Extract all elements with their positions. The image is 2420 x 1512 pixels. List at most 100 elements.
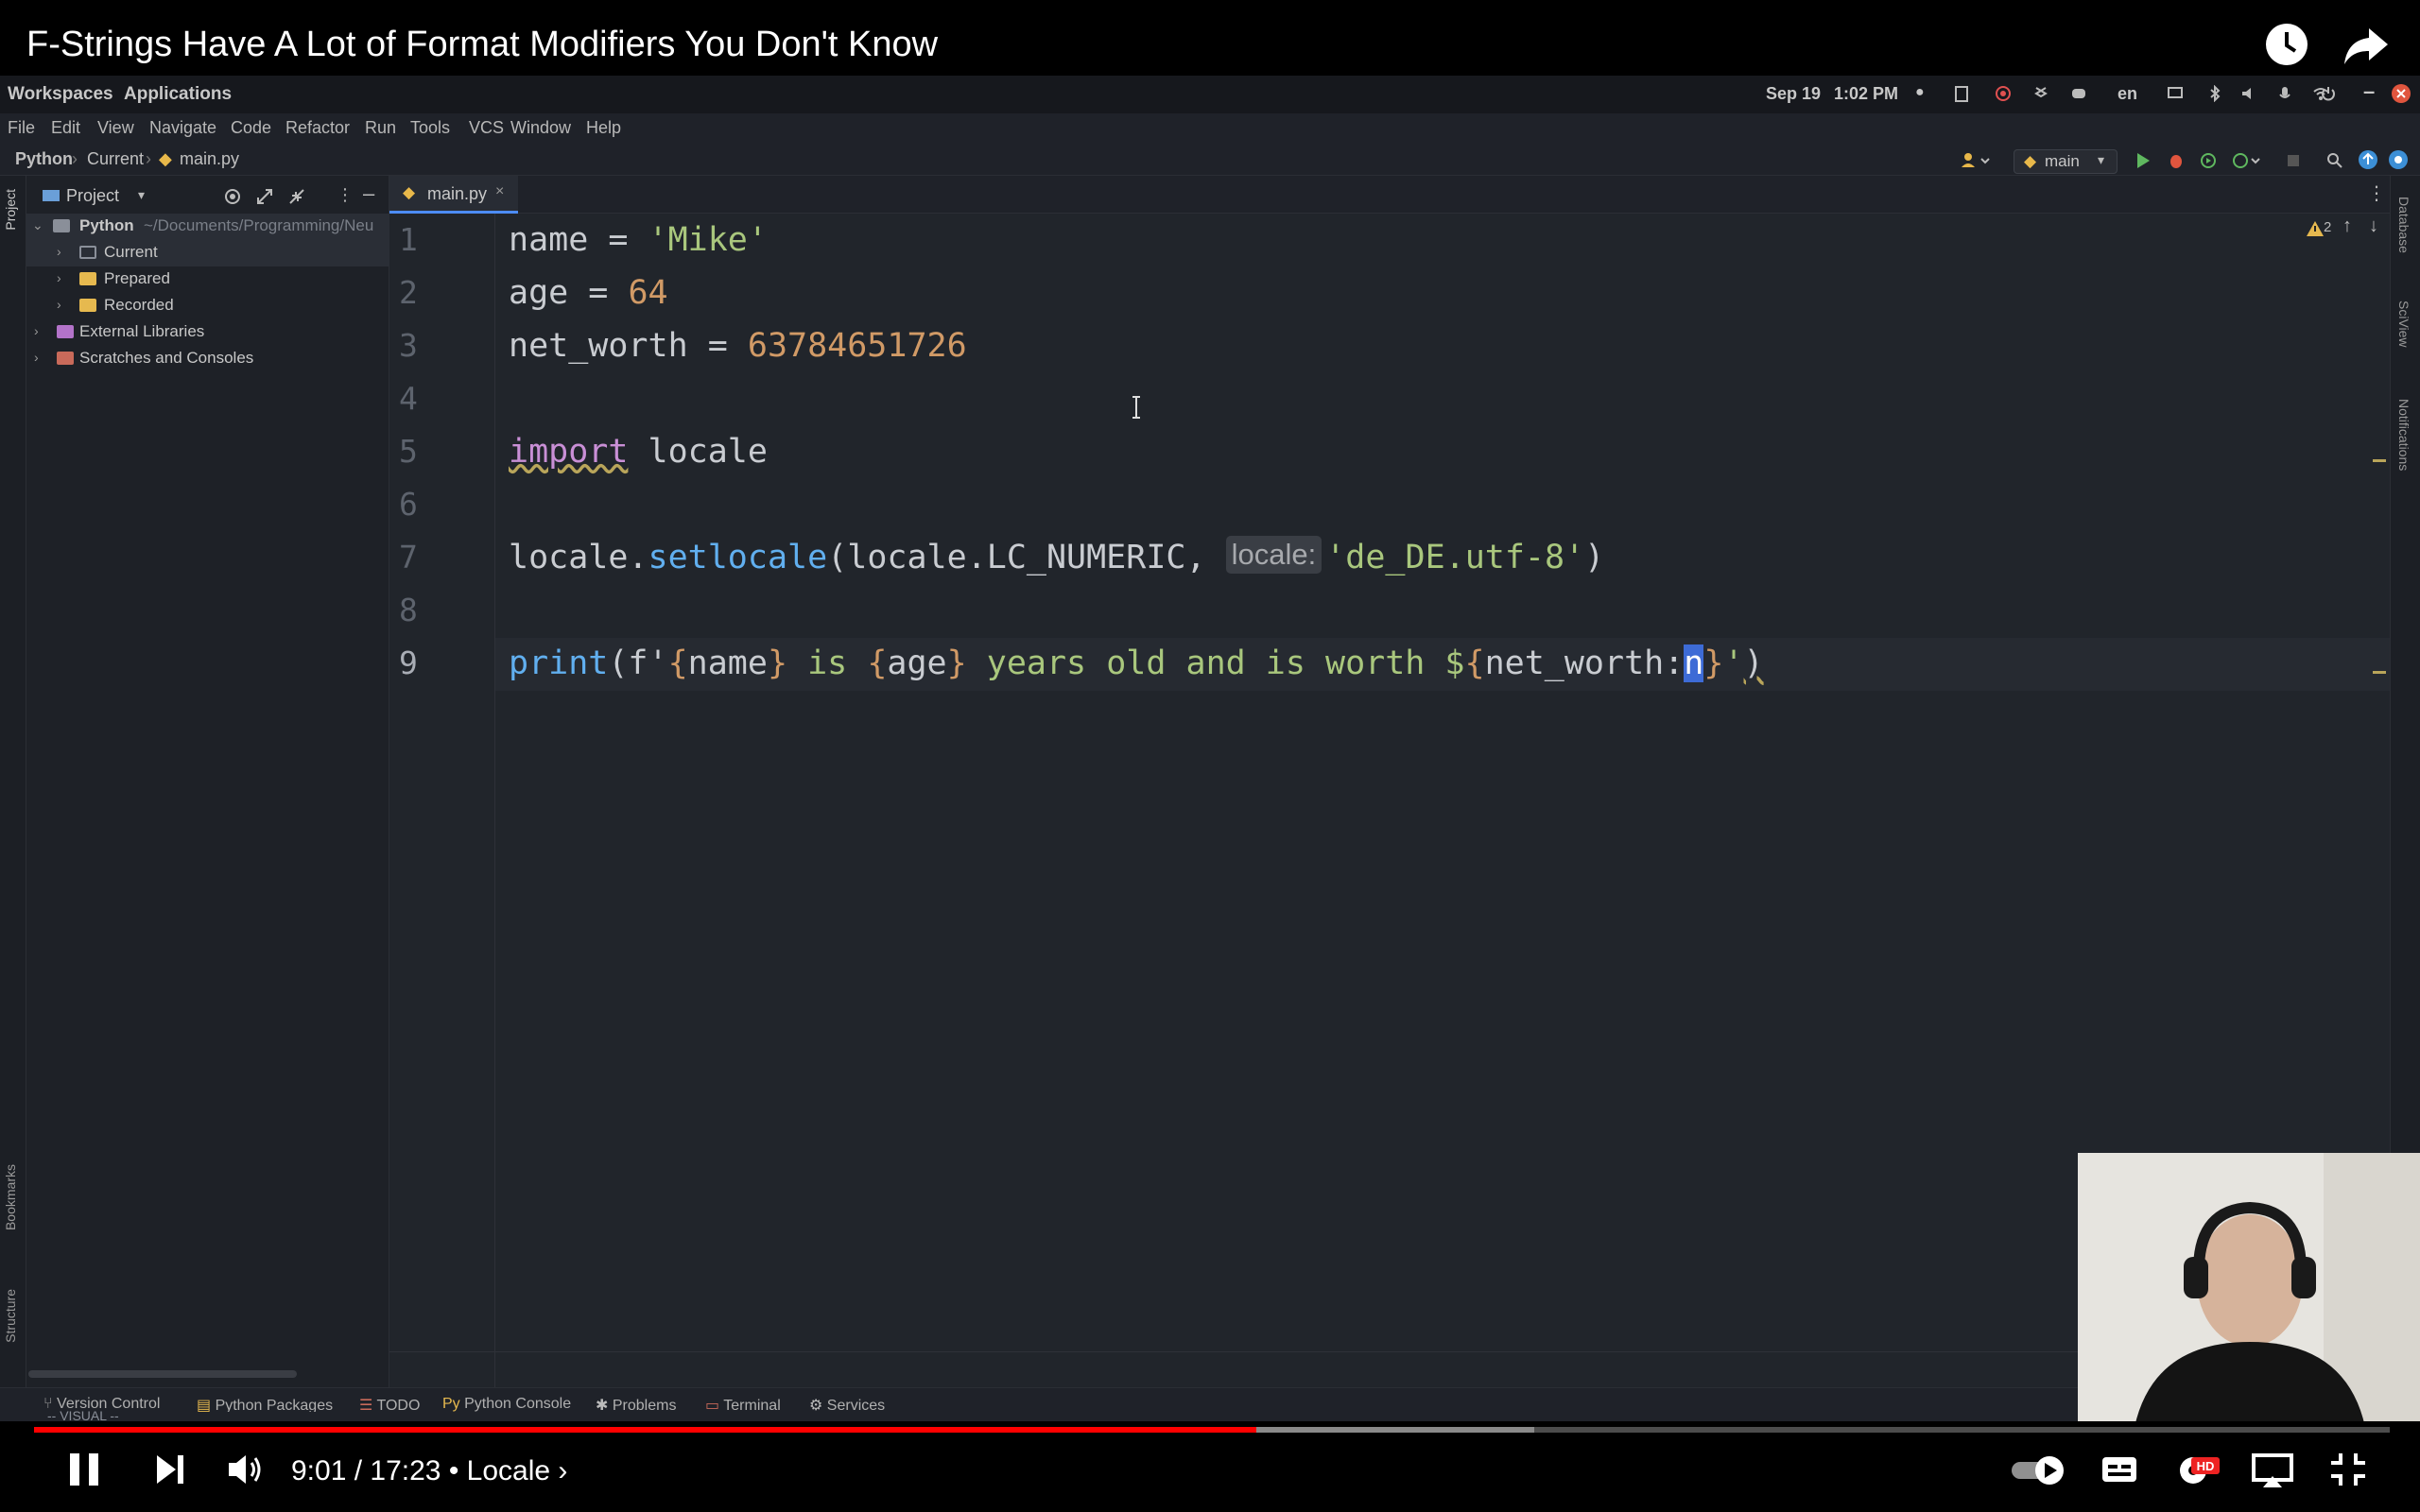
structure-tool-tab[interactable]: Structure [3, 1289, 18, 1343]
tree-item-recorded[interactable]: › Recorded [26, 293, 389, 319]
chapter-title[interactable]: Locale [467, 1455, 550, 1486]
warning-marker[interactable] [2373, 671, 2386, 674]
menu-refactor[interactable]: Refactor [285, 118, 350, 138]
code-line-7[interactable]: locale.setlocale(locale.LC_NUMERIC, loca… [509, 531, 1604, 584]
applications-menu[interactable]: Applications [124, 84, 232, 105]
clock-date[interactable]: Sep 19 [1766, 84, 1821, 104]
settings-gear-hd-icon[interactable]: HD [2176, 1446, 2221, 1493]
hide-panel-icon[interactable]: – [363, 181, 374, 206]
keyboard-language[interactable]: en [2118, 84, 2137, 104]
clipboard-icon[interactable] [1953, 85, 1970, 102]
menu-run[interactable]: Run [365, 118, 396, 138]
display-icon[interactable] [2167, 85, 2184, 102]
code-token-string: 'de_DE.utf-8' [1325, 539, 1585, 576]
bookmarks-tool-tab[interactable]: Bookmarks [3, 1164, 18, 1230]
code-line-1[interactable]: name = 'Mike' [509, 214, 768, 266]
tree-item-current[interactable]: › Current [26, 240, 389, 266]
watch-later-icon[interactable] [2261, 19, 2312, 70]
chevron-right-icon[interactable]: › [57, 270, 61, 285]
breadcrumb-file[interactable]: main.py [180, 149, 239, 169]
warning-marker[interactable] [2373, 459, 2386, 462]
share-icon[interactable] [2341, 19, 2392, 70]
update-icon[interactable] [2358, 149, 2378, 170]
screen-record-icon[interactable] [1995, 85, 2012, 102]
more-tabs-icon[interactable]: ⋮ [2367, 181, 2386, 205]
menu-view[interactable]: View [97, 118, 134, 138]
settings-icon[interactable] [2388, 149, 2409, 170]
chevron-right-icon[interactable]: › [34, 350, 39, 365]
menu-code[interactable]: Code [231, 118, 271, 138]
subtitles-icon[interactable] [2099, 1446, 2140, 1493]
stop-icon[interactable] [2286, 151, 2303, 170]
more-options-icon[interactable]: ⋮ [337, 185, 354, 205]
code-token-number: 63784651726 [747, 327, 967, 365]
run-config-selector[interactable]: ◆ main ▾ [2014, 149, 2118, 174]
notifications-tool-tab[interactable]: Notifications [2396, 399, 2411, 471]
coverage-icon[interactable] [2199, 151, 2218, 170]
profile-icon[interactable] [2231, 151, 2263, 170]
chevron-right-icon[interactable]: › [550, 1455, 567, 1486]
menu-navigate[interactable]: Navigate [149, 118, 216, 138]
chevron-right-icon[interactable]: › [57, 297, 61, 312]
horizontal-scrollbar[interactable] [28, 1370, 297, 1378]
chevron-right-icon[interactable]: › [34, 323, 39, 338]
code-token-string: years old and is worth $ [966, 644, 1465, 682]
code-line-2[interactable]: age = 64 [509, 266, 668, 319]
chapter-separator: • [441, 1455, 467, 1486]
tree-item-external-libraries[interactable]: › External Libraries [26, 319, 389, 346]
volume-icon[interactable] [2240, 85, 2257, 102]
close-tab-icon[interactable]: × [495, 183, 504, 200]
code-line-5[interactable]: import locale [509, 425, 768, 478]
volume-icon[interactable] [225, 1446, 267, 1493]
search-icon[interactable] [2325, 151, 2344, 170]
code-line-9[interactable]: print(f'{name} is {age} years old and is… [509, 637, 1764, 690]
menu-window[interactable]: Window [510, 118, 571, 138]
next-highlight-icon[interactable]: ↓ [2369, 215, 2378, 237]
warning-count[interactable]: 2 [2324, 219, 2331, 235]
exit-fullscreen-icon[interactable] [2327, 1446, 2369, 1493]
collapse-all-icon[interactable] [287, 187, 306, 206]
minimize-icon[interactable]: – [2363, 79, 2375, 104]
autoplay-toggle-icon[interactable] [2008, 1446, 2070, 1493]
tab-main-py[interactable]: ◆ main.py × [389, 176, 518, 214]
discord-icon[interactable] [2070, 85, 2087, 102]
dropbox-icon[interactable] [2032, 85, 2049, 102]
chevron-down-icon[interactable]: ▾ [138, 187, 145, 203]
bluetooth-icon[interactable] [2206, 85, 2223, 102]
menu-file[interactable]: File [8, 118, 35, 138]
expand-all-icon[interactable] [255, 187, 274, 206]
project-panel-title[interactable]: Project [66, 186, 119, 206]
locate-icon[interactable] [223, 187, 242, 206]
workspaces-menu[interactable]: Workspaces [8, 84, 113, 105]
menu-vcs[interactable]: VCS [469, 118, 504, 138]
database-tool-tab[interactable]: Database [2396, 197, 2411, 253]
clock-time[interactable]: 1:02 PM [1834, 84, 1898, 104]
menu-edit[interactable]: Edit [51, 118, 80, 138]
tree-item-scratches[interactable]: › Scratches and Consoles [26, 346, 389, 372]
power-icon[interactable] [2320, 85, 2337, 102]
breadcrumb-project[interactable]: Python [15, 149, 73, 169]
next-icon[interactable] [151, 1446, 189, 1493]
menu-help[interactable]: Help [586, 118, 621, 138]
breadcrumb-folder[interactable]: Current [87, 149, 144, 169]
tab-label: main.py [427, 184, 488, 203]
project-tool-tab[interactable]: Project [3, 189, 18, 231]
debug-icon[interactable] [2167, 151, 2186, 170]
chevron-down-icon[interactable]: ⌄ [32, 217, 43, 233]
airplay-icon[interactable] [2250, 1446, 2295, 1493]
microphone-icon[interactable] [2276, 85, 2293, 102]
close-window-icon[interactable] [2392, 84, 2411, 103]
warning-icon[interactable] [2305, 219, 2325, 238]
pause-icon[interactable] [66, 1446, 104, 1493]
folder-icon [79, 272, 96, 285]
code-line-3[interactable]: net_worth = 63784651726 [509, 319, 967, 372]
previous-highlight-icon[interactable]: ↑ [2342, 215, 2352, 237]
tree-item-prepared[interactable]: › Prepared [26, 266, 389, 293]
tree-root[interactable]: ⌄ Python ~/Documents/Programming/Neu [26, 214, 389, 240]
sciview-tool-tab[interactable]: SciView [2396, 301, 2411, 348]
run-icon[interactable] [2135, 151, 2152, 170]
chevron-right-icon[interactable]: › [57, 244, 61, 259]
menu-tools[interactable]: Tools [410, 118, 450, 138]
python-console-tool[interactable]: Py Python Console [442, 1396, 571, 1413]
user-icon[interactable] [1961, 151, 1993, 168]
